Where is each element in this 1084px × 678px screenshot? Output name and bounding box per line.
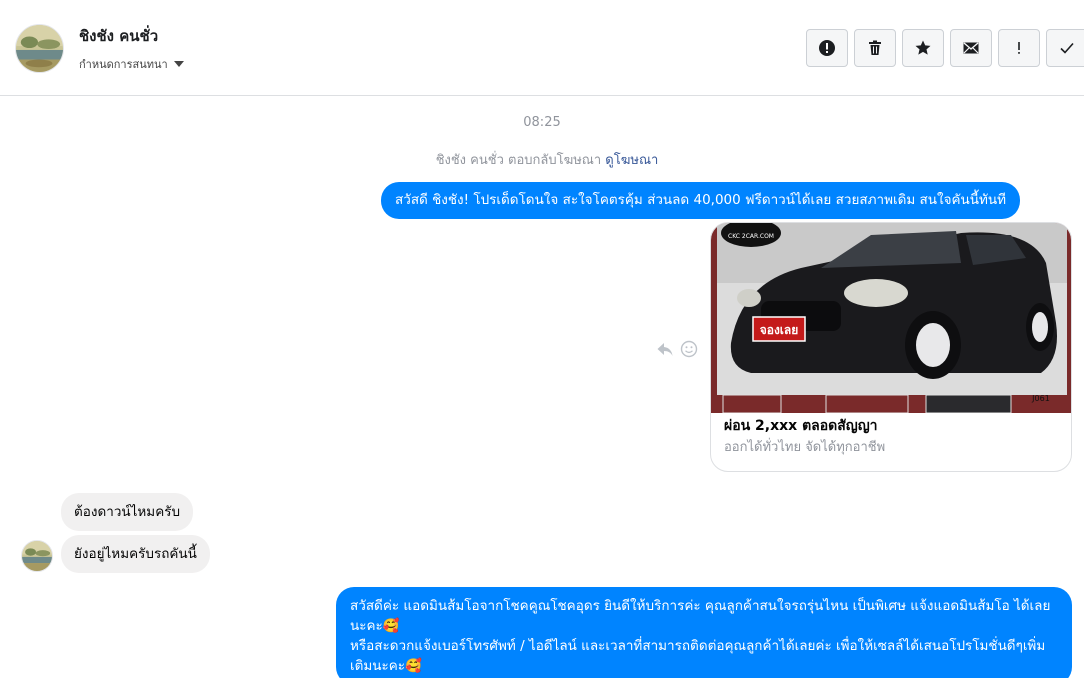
envelope-icon: [963, 42, 979, 54]
caret-down-icon: [173, 61, 184, 67]
mark-unread-button[interactable]: [950, 29, 992, 67]
ad-watermark: CKC 2CAR.COM: [728, 233, 774, 240]
exclamation-icon: [1018, 42, 1020, 54]
mark-important-button[interactable]: [998, 29, 1040, 67]
trash-icon: [869, 40, 881, 55]
message-line: หรือสะดวกแจ้งเบอร์โทรศัพท์ / ไอดีไลน์ แล…: [350, 638, 1046, 674]
ad-preview-card[interactable]: CKC 2CAR.COM จองเลย J061 ผ่อน 2,xxx ตลอด…: [710, 222, 1072, 472]
message-tools: [656, 340, 698, 358]
view-ad-link[interactable]: ดูโฆษณา: [605, 153, 658, 168]
alert-icon: [819, 40, 835, 56]
message-timestamp: 08:25: [523, 115, 561, 130]
outgoing-message[interactable]: สวัสดีค่ะ แอดมินส้มโอจากโชคคูณโชคอุดร ยิ…: [336, 587, 1072, 678]
mark-done-button[interactable]: [1046, 29, 1084, 67]
ad-code: J061: [1031, 394, 1050, 403]
mark-spam-button[interactable]: [806, 29, 848, 67]
star-icon: [915, 40, 931, 55]
delete-button[interactable]: [854, 29, 896, 67]
conversation-settings-label: กำหนดการสนทนา: [79, 58, 168, 71]
ad-reply-text: ชิงชัง คนชั่ว ตอบกลับโฆษณา: [435, 153, 602, 168]
incoming-message[interactable]: ยังอยู่ไหมครับรถคันนี้: [61, 535, 210, 573]
conversation-settings-dropdown[interactable]: กำหนดการสนทนา: [79, 55, 184, 73]
ad-badge: จองเลย: [760, 323, 799, 337]
ad-reply-note: ชิงชัง คนชั่ว ตอบกลับโฆษณา ดูโฆษณา: [0, 149, 1084, 170]
incoming-message[interactable]: ต้องดาวน์ไหมครับ: [61, 493, 194, 531]
ad-title: ผ่อน 2,xxx ตลอดสัญญา: [724, 418, 878, 434]
check-icon: [1060, 42, 1074, 54]
reply-icon[interactable]: [656, 340, 674, 358]
ad-subtitle: ออกได้ทั่วไทย จัดได้ทุกอาชีพ: [724, 440, 886, 455]
outgoing-message[interactable]: สวัสดี ชิงชัง! โปรเด็ดโดนใจ สะใจโคตรคุ้ม…: [381, 182, 1021, 219]
sender-avatar[interactable]: [21, 540, 53, 572]
conversation-header: ชิงชัง คนชั่ว กำหนดการสนทนา: [0, 0, 1084, 96]
star-button[interactable]: [902, 29, 944, 67]
contact-avatar[interactable]: [15, 24, 64, 73]
ad-car-image: CKC 2CAR.COM จองเลย J061: [711, 223, 1071, 413]
message-line: สวัสดีค่ะ แอดมินส้มโอจากโชคคูณโชคอุดร ยิ…: [350, 598, 1051, 634]
contact-name[interactable]: ชิงชัง คนชั่ว: [79, 24, 158, 48]
header-actions: [806, 29, 1084, 67]
emoji-react-icon[interactable]: [680, 340, 698, 358]
